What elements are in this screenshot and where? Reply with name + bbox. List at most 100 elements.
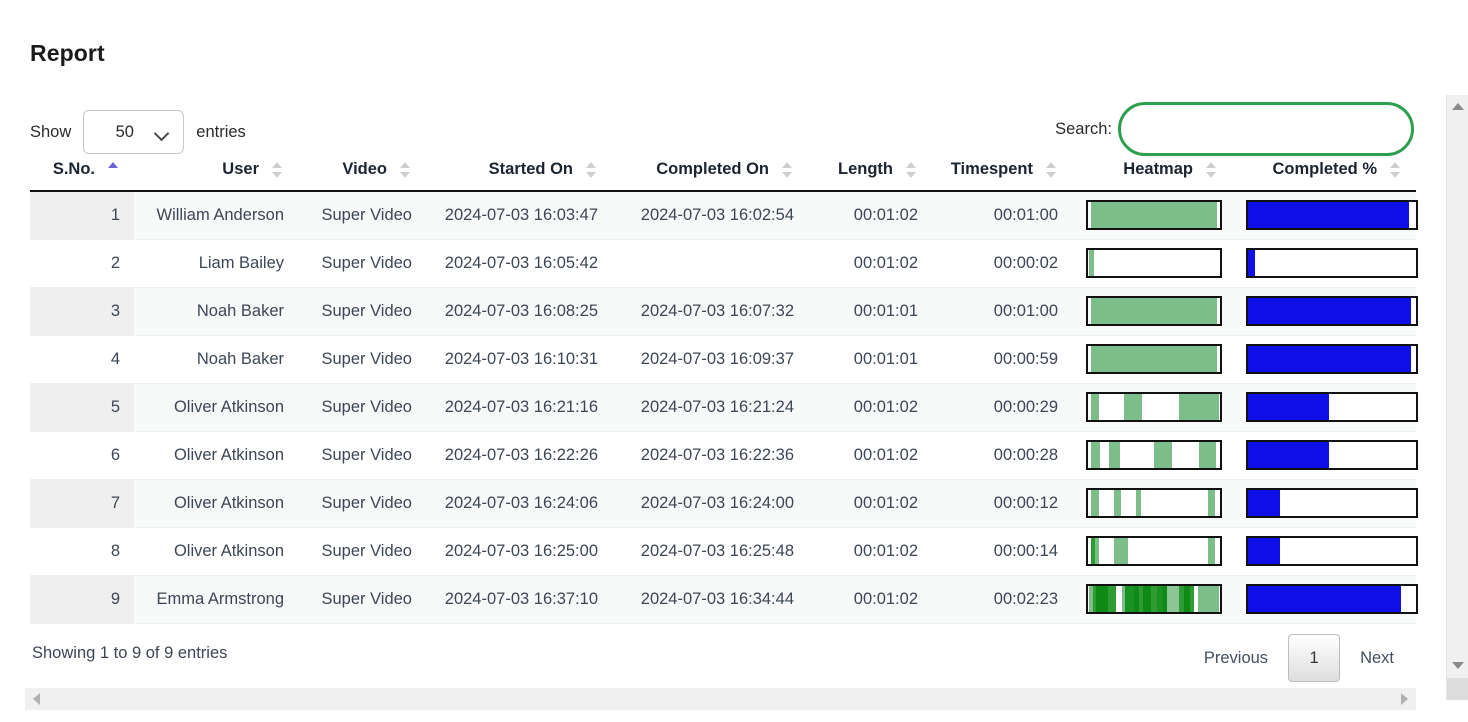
cell-heatmap [1072, 335, 1232, 384]
table-row[interactable]: 9 Emma Armstrong Super Video 2024-07-03 16:… [30, 575, 1418, 624]
completed-progress-bar [1246, 440, 1418, 470]
table-row[interactable]: 8 Oliver Atkinson Super Video 2024-07-03 16… [30, 527, 1418, 576]
table-row[interactable]: 1 William Anderson Super Video 2024-07-03 1… [30, 191, 1418, 240]
heatmap-segment [1095, 586, 1108, 612]
column-header-sno[interactable]: S.No. [30, 160, 134, 192]
pagination-next[interactable]: Next [1346, 635, 1408, 681]
horizontal-scrollbar[interactable] [25, 688, 1416, 710]
heatmap-segment [1090, 442, 1100, 468]
completed-progress-fill [1248, 346, 1411, 372]
cell-len: 00:01:01 [808, 287, 932, 336]
scroll-down-button[interactable] [1447, 656, 1468, 676]
cell-time: 00:00:59 [932, 335, 1072, 384]
completed-progress-bar [1246, 296, 1418, 326]
sort-toggle-icon[interactable] [780, 161, 794, 179]
heatmap-segment [1123, 394, 1143, 420]
heatmap-segment [1208, 538, 1215, 564]
heatmap-bar [1086, 296, 1222, 326]
heatmap-segment [1189, 586, 1194, 612]
cell-sno: 7 [30, 479, 134, 528]
sort-toggle-icon[interactable] [1388, 161, 1402, 179]
cell-comp: 2024-07-03 16:22:36 [612, 431, 808, 480]
sort-toggle-icon[interactable] [398, 161, 412, 179]
cell-heatmap [1072, 239, 1232, 288]
cell-completed-pct [1232, 431, 1418, 480]
sort-toggle-icon[interactable] [1044, 161, 1058, 179]
column-header-video[interactable]: Video [298, 160, 426, 192]
table-row[interactable]: 7 Oliver Atkinson Super Video 2024-07-03 16… [30, 479, 1418, 528]
cell-comp: 2024-07-03 16:34:44 [612, 575, 808, 624]
heatmap-bar [1086, 488, 1222, 518]
heatmap-bar [1086, 584, 1222, 614]
cell-comp: 2024-07-03 16:07:32 [612, 287, 808, 336]
cell-completed-pct [1232, 383, 1418, 432]
column-header-start[interactable]: Started On [426, 160, 612, 192]
cell-sno: 6 [30, 431, 134, 480]
scroll-right-button[interactable] [1394, 688, 1414, 710]
search-control: Search: [1055, 102, 1414, 156]
sort-toggle-icon[interactable] [270, 161, 284, 179]
table-row[interactable]: 3 Noah Baker Super Video 2024-07-03 16:08:2… [30, 287, 1418, 336]
datatable-controls: Show 50 entries Search: [30, 94, 1416, 160]
report-page: Report Show 50 entries Search: S.No. Use… [0, 0, 1468, 722]
heatmap-segment [1107, 586, 1116, 612]
column-header-user[interactable]: User [134, 160, 298, 192]
cell-user: Oliver Atkinson [134, 479, 298, 528]
column-header-label: Completed On [656, 160, 769, 178]
cell-len: 00:01:02 [808, 479, 932, 528]
heatmap-segment [1154, 442, 1173, 468]
completed-progress-bar [1246, 488, 1418, 518]
page-length-select[interactable]: 50 [83, 110, 185, 154]
cell-user: Oliver Atkinson [134, 383, 298, 432]
cell-start: 2024-07-03 16:03:47 [426, 191, 612, 240]
sort-toggle-icon[interactable] [904, 161, 918, 179]
cell-heatmap [1072, 287, 1232, 336]
table-row[interactable]: 6 Oliver Atkinson Super Video 2024-07-03 16… [30, 431, 1418, 480]
completed-progress-bar [1246, 392, 1418, 422]
completed-progress-bar [1246, 344, 1418, 374]
cell-user: Oliver Atkinson [134, 527, 298, 576]
cell-sno: 8 [30, 527, 134, 576]
scroll-left-button[interactable] [27, 688, 47, 710]
heatmap-segment [1114, 490, 1121, 516]
search-input[interactable] [1118, 102, 1414, 156]
cell-len: 00:01:02 [808, 431, 932, 480]
cell-start: 2024-07-03 16:10:31 [426, 335, 612, 384]
cell-video: Super Video [298, 191, 426, 240]
scroll-up-button[interactable] [1447, 97, 1468, 117]
column-header-pct[interactable]: Completed % [1232, 160, 1416, 192]
page-length-value: 50 [115, 122, 134, 141]
heatmap-segment [1094, 538, 1099, 564]
table-row[interactable]: 5 Oliver Atkinson Super Video 2024-07-03 16… [30, 383, 1418, 432]
column-header-label: S.No. [52, 160, 95, 178]
page-length-control: Show 50 entries [30, 110, 246, 154]
heatmap-segment [1156, 586, 1164, 612]
completed-progress-fill [1248, 394, 1329, 420]
sort-ascending-icon[interactable] [106, 161, 120, 179]
column-header-label: Length [838, 160, 893, 178]
column-header-heat[interactable]: Heatmap [1072, 160, 1232, 192]
cell-time: 00:00:14 [932, 527, 1072, 576]
pagination-page-1[interactable]: 1 [1288, 633, 1341, 682]
cell-sno: 9 [30, 575, 134, 624]
table-row[interactable]: 2 Liam Bailey Super Video 2024-07-03 16:05:… [30, 239, 1418, 288]
heatmap-segment [1167, 586, 1180, 612]
sort-toggle-icon[interactable] [1204, 161, 1218, 179]
heatmap-segment [1114, 538, 1128, 564]
column-header-len[interactable]: Length [808, 160, 932, 192]
datatable-footer: Showing 1 to 9 of 9 entries Previous 1 N… [30, 624, 1416, 686]
cell-time: 00:02:23 [932, 575, 1072, 624]
column-header-time[interactable]: Timespent [932, 160, 1072, 192]
column-header-comp[interactable]: Completed On [612, 160, 808, 192]
triangle-left-icon [33, 693, 40, 705]
completed-progress-fill [1248, 298, 1411, 324]
cell-user: Emma Armstrong [134, 575, 298, 624]
sort-toggle-icon[interactable] [584, 161, 598, 179]
cell-user: Noah Baker [134, 335, 298, 384]
vertical-scrollbar[interactable] [1446, 95, 1468, 700]
pagination-previous[interactable]: Previous [1190, 635, 1282, 681]
heatmap-segment [1124, 586, 1135, 612]
heatmap-segment [1143, 586, 1152, 612]
table-row[interactable]: 4 Noah Baker Super Video 2024-07-03 16:10:3… [30, 335, 1418, 384]
datatable: Show 50 entries Search: S.No. User Video St… [30, 94, 1418, 690]
